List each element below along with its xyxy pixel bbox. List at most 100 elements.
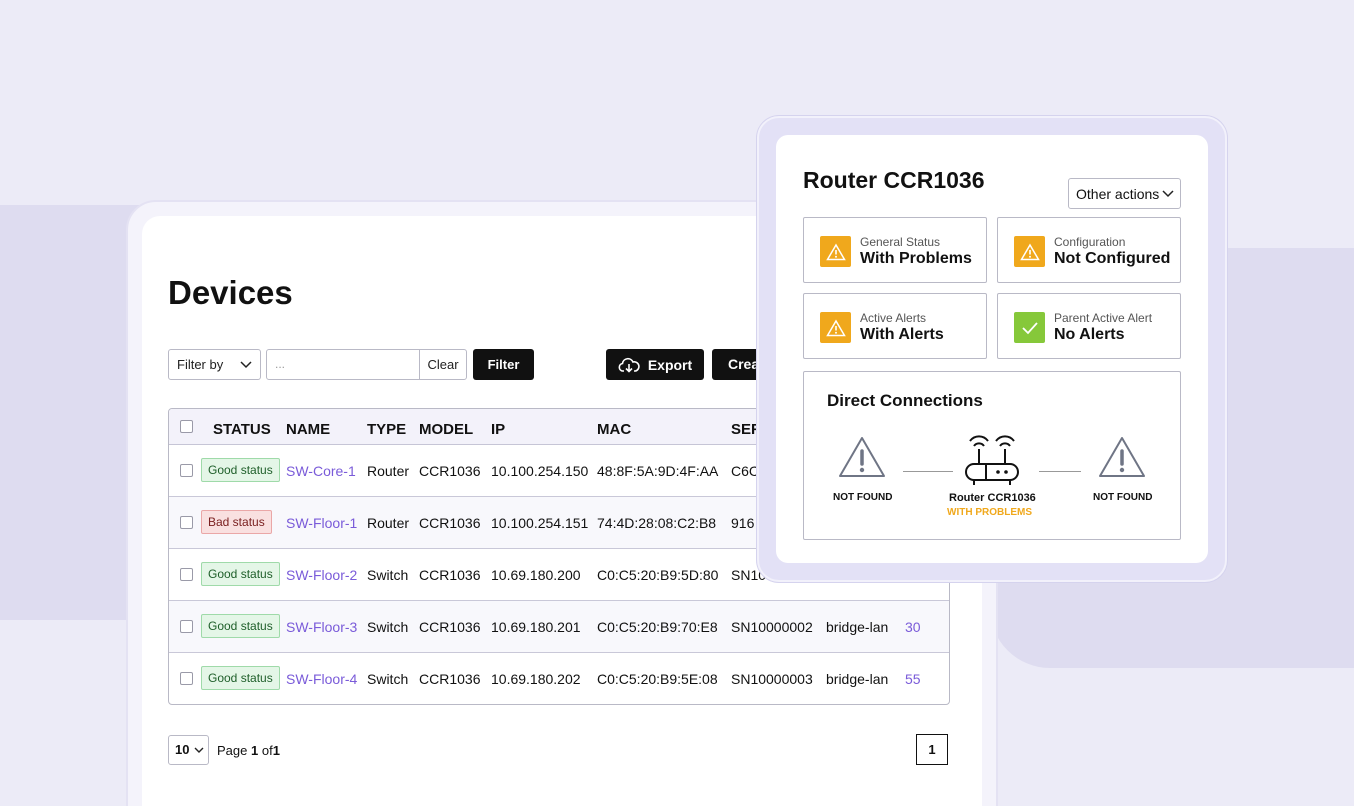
stat-value: Not Configured (1054, 250, 1171, 267)
general-status-card: General Status With Problems (803, 217, 987, 283)
column-header-status[interactable]: STATUS (213, 421, 271, 438)
device-name-link[interactable]: SW-Floor-3 (286, 619, 357, 635)
device-ip: 10.100.254.151 (491, 515, 589, 531)
device-model: CCR1036 (419, 515, 481, 531)
column-header-mac[interactable]: MAC (597, 421, 631, 438)
other-actions-dropdown[interactable]: Other actions (1068, 178, 1181, 209)
device-model: CCR1036 (419, 671, 481, 687)
device-name-link[interactable]: SW-Floor-2 (286, 567, 357, 583)
device-ip: 10.100.254.150 (491, 463, 589, 479)
page-size-value: 10 (175, 742, 190, 757)
active-alerts-card: Active Alerts With Alerts (803, 293, 987, 359)
column-header-type[interactable]: TYPE (367, 421, 406, 438)
column-header-ip[interactable]: IP (491, 421, 505, 438)
clear-button[interactable]: Clear (419, 349, 467, 380)
stat-value: No Alerts (1054, 326, 1125, 343)
row-checkbox[interactable] (180, 672, 193, 685)
device-ip: 10.69.180.200 (491, 567, 581, 583)
device-model: CCR1036 (419, 567, 481, 583)
device-serial: 916 (731, 515, 755, 531)
filter-button[interactable]: Filter (473, 349, 534, 380)
page-word: Page (217, 743, 248, 758)
right-node-label: NOT FOUND (1093, 492, 1153, 503)
column-header-model[interactable]: MODEL (419, 421, 473, 438)
device-type: Switch (367, 671, 409, 687)
device-mac: C0:C5:20:B9:5E:08 (597, 671, 718, 687)
status-badge: Good status (201, 562, 280, 586)
warning-icon (1014, 236, 1045, 267)
connection-line-left (903, 471, 953, 472)
device-serial: SN10000002 (731, 619, 813, 635)
connections-title: Direct Connections (827, 391, 983, 410)
filter-by-label: Filter by (177, 357, 224, 372)
status-badge: Good status (201, 458, 280, 482)
device-type: Router (367, 463, 410, 479)
center-node-label: Router CCR1036 (949, 492, 1036, 504)
chevron-down-icon (240, 360, 252, 368)
stat-label: Parent Active Alert (1054, 311, 1153, 325)
row-checkbox[interactable] (180, 516, 193, 529)
row-checkbox[interactable] (180, 568, 193, 581)
stat-label: General Status (860, 235, 941, 249)
router-title: Router CCR1036 (803, 167, 985, 193)
device-model: CCR1036 (419, 463, 481, 479)
connection-line-right (1039, 471, 1081, 472)
stat-label: Active Alerts (860, 311, 927, 325)
other-actions-label: Other actions (1076, 185, 1160, 202)
device-serial: SN10000003 (731, 671, 813, 687)
table-row[interactable]: Good status SW-Floor-4 Switch CCR1036 10… (169, 653, 949, 704)
chevron-down-icon (1162, 189, 1174, 197)
filter-by-select[interactable]: Filter by (168, 349, 261, 380)
page-size-select[interactable]: 10 (168, 735, 209, 765)
row-checkbox[interactable] (180, 620, 193, 633)
device-count-link[interactable]: 55 (905, 671, 921, 687)
total-pages: 1 (272, 743, 280, 758)
device-ip: 10.69.180.201 (491, 619, 581, 635)
warning-icon (820, 312, 851, 343)
stat-value: With Problems (860, 250, 972, 267)
device-serial: C6C (731, 463, 760, 479)
center-node-status: WITH PROBLEMS (947, 507, 1032, 518)
cloud-download-icon (618, 357, 640, 373)
parent-active-alert-card: Parent Active Alert No Alerts (997, 293, 1181, 359)
chevron-down-icon (194, 747, 204, 753)
export-label: Export (647, 356, 693, 373)
device-type: Switch (367, 619, 409, 635)
page-info: Page 1 of1 (217, 743, 280, 758)
page-number-button[interactable]: 1 (916, 734, 948, 765)
device-count-link[interactable]: 30 (905, 619, 921, 635)
stat-value: With Alerts (860, 326, 944, 343)
warning-icon (820, 236, 851, 267)
device-type: Switch (367, 567, 409, 583)
device-bridge: bridge-lan (826, 671, 889, 687)
device-mac: 48:8F:5A:9D:4F:AA (597, 463, 719, 479)
device-mac: C0:C5:20:B9:5D:80 (597, 567, 719, 583)
configuration-card: Configuration Not Configured (997, 217, 1181, 283)
device-name-link[interactable]: SW-Floor-4 (286, 671, 357, 687)
row-checkbox[interactable] (180, 464, 193, 477)
stat-label: Configuration (1054, 235, 1126, 249)
select-all-checkbox[interactable] (180, 420, 193, 433)
device-name-link[interactable]: SW-Floor-1 (286, 515, 357, 531)
table-row[interactable]: Good status SW-Floor-3 Switch CCR1036 10… (169, 601, 949, 653)
status-badge: Bad status (201, 510, 272, 534)
status-badge: Good status (201, 614, 280, 638)
status-badge: Good status (201, 666, 280, 690)
current-page: 1 (251, 743, 259, 758)
device-mac: 74:4D:28:08:C2:B8 (597, 515, 717, 531)
device-name-link[interactable]: SW-Core-1 (286, 463, 356, 479)
warning-icon (839, 437, 885, 477)
device-type: Router (367, 515, 410, 531)
page-title: Devices (168, 274, 293, 311)
of-word: of (261, 743, 273, 758)
warning-icon (1099, 437, 1145, 477)
left-node-label: NOT FOUND (833, 492, 893, 503)
check-icon (1014, 312, 1045, 343)
filter-input[interactable]: ... (266, 349, 420, 380)
export-button[interactable]: Export (606, 349, 704, 380)
device-mac: C0:C5:20:B9:70:E8 (597, 619, 718, 635)
column-header-name[interactable]: NAME (286, 421, 330, 438)
device-ip: 10.69.180.202 (491, 671, 581, 687)
router-icon (965, 435, 1019, 485)
device-model: CCR1036 (419, 619, 481, 635)
